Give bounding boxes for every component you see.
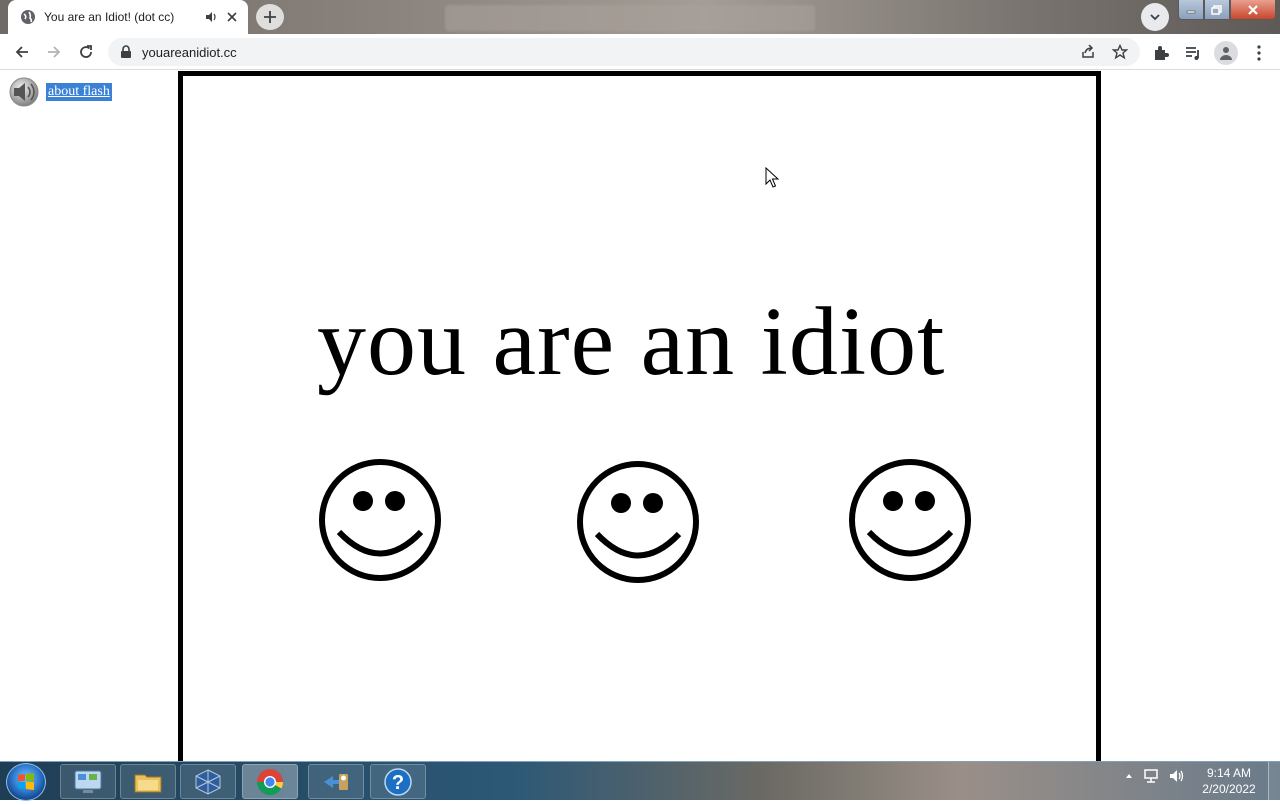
arrow-right-icon xyxy=(48,46,61,58)
chevron-down-icon xyxy=(1150,14,1160,21)
smiley-face-icon xyxy=(849,459,971,581)
taskbar-migration-wizard[interactable] xyxy=(308,764,364,799)
volume-icon[interactable] xyxy=(1168,768,1186,784)
profile-button[interactable] xyxy=(1214,41,1238,65)
about-flash-label: about flash xyxy=(46,83,112,101)
address-bar[interactable]: youareanidiot.cc xyxy=(108,38,1140,66)
tab-close-icon[interactable] xyxy=(224,9,240,25)
start-button[interactable] xyxy=(6,763,46,801)
clock-date: 2/20/2022 xyxy=(1202,782,1256,796)
about-flash-link[interactable]: about flash xyxy=(8,77,112,107)
mouse-cursor-icon xyxy=(765,167,779,188)
page-headline: you are an idiot xyxy=(317,288,946,396)
share-icon[interactable] xyxy=(1080,44,1096,60)
smiley-face-icon xyxy=(319,459,441,581)
lock-icon[interactable] xyxy=(120,45,132,59)
windows-taskbar: ? 9:14 AM 2/20/2022 xyxy=(0,761,1280,801)
plus-icon xyxy=(264,11,276,23)
system-tray xyxy=(1124,768,1186,784)
url-text: youareanidiot.cc xyxy=(142,44,237,60)
extensions-icon[interactable] xyxy=(1152,44,1170,62)
control-panel-icon xyxy=(74,770,102,793)
page-content: about flash you are an idiot xyxy=(0,71,1280,761)
more-menu-icon[interactable] xyxy=(1250,44,1268,62)
media-controls-icon[interactable] xyxy=(1184,44,1202,62)
browser-titlebar: You are an Idiot! (dot cc) xyxy=(0,0,1280,34)
tab-title: You are an Idiot! (dot cc) xyxy=(44,10,175,24)
profile-icon xyxy=(1220,47,1232,60)
back-button[interactable] xyxy=(10,40,34,64)
show-desktop-button[interactable] xyxy=(1268,762,1280,801)
globe-icon xyxy=(20,9,36,25)
restore-button[interactable] xyxy=(1204,0,1230,20)
virtualbox-icon xyxy=(195,768,221,795)
browser-toolbar: youareanidiot.cc xyxy=(0,34,1280,70)
close-icon xyxy=(1248,4,1258,15)
taskbar-help[interactable]: ? xyxy=(370,764,426,799)
system-clock[interactable]: 9:14 AM 2/20/2022 xyxy=(1196,765,1262,797)
tab-audio-icon[interactable] xyxy=(204,10,218,24)
file-explorer-icon xyxy=(134,774,162,792)
reload-icon xyxy=(80,45,92,58)
reload-button[interactable] xyxy=(74,40,98,64)
network-icon[interactable] xyxy=(1142,768,1160,784)
taskbar-file-explorer[interactable] xyxy=(120,764,176,799)
star-icon[interactable] xyxy=(1112,44,1128,60)
minimize-icon xyxy=(1186,10,1196,13)
taskbar-chrome[interactable] xyxy=(242,764,298,799)
arrow-left-icon xyxy=(15,46,28,58)
smiley-face-icon xyxy=(577,461,699,583)
chrome-icon xyxy=(256,768,284,795)
background-window-blur xyxy=(445,5,815,31)
minimize-button[interactable] xyxy=(1178,0,1204,20)
taskbar-virtualbox[interactable] xyxy=(180,764,236,799)
taskbar-control-panel[interactable] xyxy=(60,764,116,799)
migration-wizard-icon xyxy=(324,773,348,790)
windows-logo-icon xyxy=(18,773,34,790)
close-window-button[interactable] xyxy=(1230,0,1276,20)
active-tab[interactable]: You are an Idiot! (dot cc) xyxy=(8,0,248,34)
flash-movie-frame[interactable]: you are an idiot xyxy=(178,71,1101,761)
speaker-icon xyxy=(9,77,39,107)
forward-button[interactable] xyxy=(42,40,66,64)
show-hidden-icons-icon[interactable] xyxy=(1124,771,1134,781)
help-icon: ? xyxy=(384,767,412,796)
restore-icon xyxy=(1211,4,1222,15)
tab-search-button[interactable] xyxy=(1141,3,1169,31)
clock-time: 9:14 AM xyxy=(1206,766,1252,780)
new-tab-button[interactable] xyxy=(256,4,284,30)
svg-text:?: ? xyxy=(392,772,404,794)
window-controls xyxy=(1178,0,1276,20)
